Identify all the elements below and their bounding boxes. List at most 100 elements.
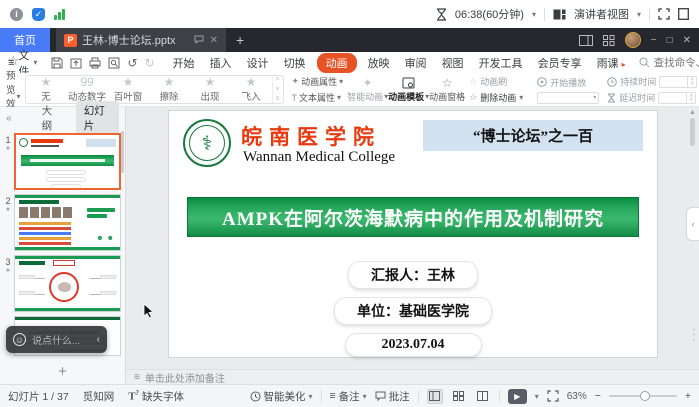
gallery-item-fly-in[interactable]: ★飞入 xyxy=(231,76,272,103)
close-tab-icon[interactable]: ✕ xyxy=(210,35,218,46)
duration-down-icon[interactable]: ˅ xyxy=(691,82,694,86)
command-search[interactable] xyxy=(639,57,699,69)
zoom-in-button[interactable]: + xyxy=(685,390,691,402)
chat-overlay[interactable]: ☺ 说点什么... ‹ xyxy=(6,326,107,353)
presenter-view-label[interactable]: 演讲者视图 xyxy=(574,6,629,22)
forum-series-box[interactable]: “博士论坛”之一百 xyxy=(423,120,643,151)
chat-collapse-icon[interactable]: ‹ xyxy=(97,334,100,345)
close-window-button[interactable]: ✕ xyxy=(683,35,691,46)
expand-right-panel-button[interactable]: ‹ xyxy=(686,207,699,241)
zoom-out-button[interactable]: − xyxy=(595,390,601,402)
collapse-panel-icon[interactable]: « xyxy=(6,113,12,124)
missing-font-button[interactable]: T? 缺失字体 xyxy=(128,389,184,404)
zoom-slider-knob[interactable] xyxy=(640,391,650,401)
menu-view[interactable]: 视图 xyxy=(438,53,468,73)
animation-brush-button[interactable]: ☆动画刷 xyxy=(469,75,523,88)
menu-start[interactable]: 开始 xyxy=(169,53,199,73)
menu-devtools[interactable]: 开发工具 xyxy=(475,53,527,73)
presenter-pill[interactable]: 汇报人：王林 xyxy=(348,261,478,289)
gallery-item-none[interactable]: ★无 xyxy=(26,76,67,103)
menu-animation[interactable]: 动画 xyxy=(317,53,357,73)
tab-outline[interactable]: 大纲 xyxy=(34,101,68,135)
gallery-more-icon[interactable]: ≡ xyxy=(276,96,280,102)
search-input[interactable] xyxy=(654,57,699,69)
date-pill[interactable]: 2023.07.04 xyxy=(345,333,482,357)
source-site-label[interactable]: 觅知网 xyxy=(83,389,115,404)
scroll-up-icon[interactable]: ▲ xyxy=(688,109,697,116)
fullscreen-icon[interactable] xyxy=(658,8,670,20)
notes-toggle-button[interactable]: ≡ 备注 ▾ xyxy=(330,389,367,404)
gallery-down-icon[interactable]: ˅ xyxy=(276,87,280,93)
emoji-icon[interactable]: ☺ xyxy=(13,333,26,346)
college-name-en[interactable]: Wannan Medical College xyxy=(243,149,395,166)
slide-thumbnail-2[interactable]: ☻☻ xyxy=(14,194,121,251)
comment-bubble-icon[interactable] xyxy=(194,35,204,44)
redo-icon[interactable]: ↻ xyxy=(145,56,155,70)
comment-button[interactable]: 批注 xyxy=(375,389,410,404)
slide-title-banner[interactable]: AMPK在阿尔茨海默病中的作用及机制研究 xyxy=(187,197,639,237)
play-options-caret-icon[interactable]: ▾ xyxy=(535,392,539,401)
notes-placeholder[interactable]: 单击此处添加备注 xyxy=(145,370,225,385)
delay-field[interactable]: 延迟时间˄˅ xyxy=(607,91,697,104)
zoom-slider[interactable] xyxy=(609,395,677,397)
animation-properties-button[interactable]: ✦动画属性▾ xyxy=(292,75,344,88)
menu-slideshow[interactable]: 放映 xyxy=(364,53,394,73)
slide-count-label[interactable]: 幻灯片 1 / 37 xyxy=(8,389,69,404)
animation-pane-button[interactable]: ☆ 动画窗格 xyxy=(429,75,465,104)
timer-caret-icon[interactable]: ▾ xyxy=(532,10,536,19)
slide-1-editor[interactable]: ⚕ 皖南医学院 Wannan Medical College “博士论坛”之一百… xyxy=(168,110,658,358)
menu-transition[interactable]: 切换 xyxy=(280,53,310,73)
college-logo[interactable]: ⚕ xyxy=(183,119,231,167)
split-view-icon[interactable] xyxy=(579,35,593,46)
trigger-dropdown[interactable]: ▾ xyxy=(537,92,599,104)
sidebar-scrollbar[interactable] xyxy=(121,131,124,173)
slide-thumbnail-3[interactable] xyxy=(14,255,121,312)
duration-field[interactable]: 持续时间˄˅ xyxy=(607,75,697,88)
minimize-button[interactable]: − xyxy=(651,35,657,46)
normal-view-button[interactable] xyxy=(427,389,443,404)
gallery-item-wipe[interactable]: ★擦除 xyxy=(149,76,190,103)
menu-member[interactable]: 会员专享 xyxy=(534,53,586,73)
preview-effect-button[interactable]: ☆ 预览效果▾ xyxy=(6,75,21,104)
duration-spinner[interactable]: ˄˅ xyxy=(659,76,697,88)
restore-button[interactable]: □ xyxy=(667,35,673,46)
gallery-scroll-buttons[interactable]: ˄ ˅ ≡ xyxy=(272,76,283,103)
menu-rain-class[interactable]: 雨课 ▸ xyxy=(593,53,630,73)
save-icon[interactable] xyxy=(51,57,63,69)
delay-down-icon[interactable]: ˅ xyxy=(690,98,693,102)
animation-template-button[interactable]: 动画模板▾ xyxy=(388,75,429,104)
info-icon[interactable]: i xyxy=(10,8,23,21)
gallery-item-appear[interactable]: ★出现 xyxy=(190,76,231,103)
unit-pill[interactable]: 单位：基础医学院 xyxy=(334,297,492,325)
new-tab-button[interactable]: + xyxy=(236,32,244,48)
print-preview-icon[interactable] xyxy=(108,57,120,69)
presenter-caret-icon[interactable]: ▾ xyxy=(637,10,641,19)
start-play-button[interactable]: 开始播放 xyxy=(537,76,599,89)
text-properties-button[interactable]: T文本属性▾ xyxy=(292,91,344,104)
play-slideshow-button[interactable]: ▶ xyxy=(508,389,527,404)
notes-bar[interactable]: ≡ 单击此处添加备注 xyxy=(126,369,699,384)
smart-animation-button[interactable]: ✦ 智能动画▾ xyxy=(347,75,388,104)
college-name-cn[interactable]: 皖南医学院 xyxy=(241,121,381,151)
side-panel-icon[interactable] xyxy=(678,8,689,20)
fit-slide-icon[interactable] xyxy=(547,390,559,402)
user-avatar[interactable] xyxy=(625,32,641,48)
timer-label[interactable]: 06:38(60分钟) xyxy=(455,6,524,22)
zoom-percent-label[interactable]: 63% xyxy=(567,391,587,402)
delay-spinner[interactable]: ˄˅ xyxy=(658,92,696,104)
reading-view-button[interactable] xyxy=(475,389,491,404)
document-tab[interactable]: P 王林-博士论坛.pptx ✕ xyxy=(56,28,226,52)
menu-review[interactable]: 审阅 xyxy=(401,53,431,73)
slide-sorter-view-button[interactable] xyxy=(451,389,467,404)
output-icon[interactable] xyxy=(70,57,82,69)
chat-placeholder[interactable]: 说点什么... xyxy=(32,332,91,347)
gallery-item-blinds[interactable]: ★百叶窗 xyxy=(108,76,149,103)
add-slide-button[interactable]: + xyxy=(0,363,125,380)
gallery-up-icon[interactable]: ˄ xyxy=(276,77,280,83)
undo-icon[interactable]: ↺ xyxy=(127,56,137,70)
apps-grid-icon[interactable] xyxy=(603,35,615,46)
gallery-item-dynamic-number[interactable]: 99动态数字 xyxy=(67,76,108,103)
smart-beautify-button[interactable]: 智能美化 ▾ xyxy=(250,389,313,404)
shield-check-icon[interactable]: ✓ xyxy=(32,8,45,21)
menu-insert[interactable]: 插入 xyxy=(206,53,236,73)
